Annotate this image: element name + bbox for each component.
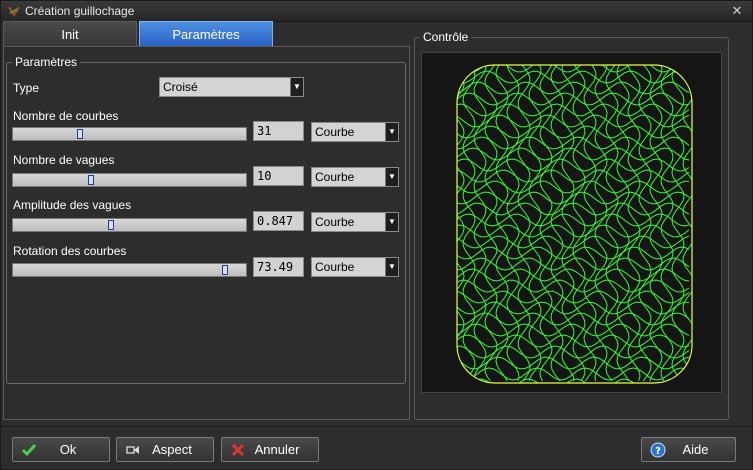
chevron-down-icon[interactable]: ▼ [385, 213, 398, 231]
curve-rotation-mode-value: Courbe [315, 260, 355, 274]
guilloche-vertical-curve [694, 65, 706, 381]
wave-amplitude-slider[interactable] [12, 218, 247, 232]
title-bar[interactable]: Création guillochage ✕ [1, 1, 752, 22]
waves-count-slider-thumb[interactable] [88, 175, 94, 185]
parameters-group-label: Paramètres [12, 55, 81, 69]
guilloche-horizontal-curve [457, 53, 689, 61]
waves-count-mode-value: Courbe [315, 170, 355, 184]
chevron-down-icon[interactable]: ▼ [385, 258, 398, 276]
guilloche-vertical-curve [605, 65, 619, 382]
curve-rotation-slider-thumb[interactable] [222, 265, 228, 275]
guilloche-horizontal-curve [457, 65, 690, 73]
waves-count-field[interactable]: 10 [253, 166, 304, 186]
type-select-value: Croisé [163, 80, 198, 94]
guilloche-preview-canvas [441, 53, 706, 384]
curve-rotation-field[interactable]: 73.49 [253, 257, 304, 277]
guilloche-vertical-curve [572, 65, 586, 382]
help-button[interactable]: ? Aide [641, 437, 736, 462]
curves-count-mode-select[interactable]: Courbe ▼ [311, 122, 399, 142]
guilloche-vertical-curve [671, 65, 685, 382]
wave-amplitude-field[interactable]: 0.847 [253, 211, 304, 231]
ok-button-label: Ok [59, 442, 77, 457]
type-select[interactable]: Croisé ▼ [159, 77, 304, 97]
chevron-down-icon[interactable]: ▼ [290, 78, 303, 96]
wave-amplitude-mode-value: Courbe [315, 215, 355, 229]
curve-rotation-slider[interactable] [12, 263, 247, 277]
control-panel-label: Contrôle [420, 30, 472, 44]
curve-rotation-label: Rotation des courbes [13, 244, 127, 258]
guilloche-horizontal-curve [457, 213, 690, 227]
guilloche-horizontal-curve [457, 70, 690, 84]
tab-parametres[interactable]: Paramètres [139, 21, 273, 46]
help-button-label: Aide [682, 442, 709, 457]
cancel-button-label: Annuler [254, 442, 300, 457]
guilloche-horizontal-curve [457, 367, 690, 381]
guilloche-horizontal-curve [457, 257, 690, 271]
waves-count-slider[interactable] [12, 173, 247, 187]
guilloche-app-icon [8, 6, 20, 17]
guilloche-vertical-curve [462, 65, 476, 382]
wave-amplitude-slider-thumb[interactable] [108, 220, 114, 230]
guilloche-horizontal-curve [457, 279, 690, 293]
guilloche-vertical-curve [528, 65, 542, 382]
guilloche-horizontal-curve [457, 356, 690, 370]
aspect-button-label: Aspect [152, 442, 192, 457]
guilloche-horizontal-curve [457, 378, 690, 383]
curves-count-mode-value: Courbe [315, 125, 355, 139]
waves-count-mode-select[interactable]: Courbe ▼ [311, 167, 399, 187]
ok-button[interactable]: Ok [12, 437, 110, 462]
guilloche-vertical-curve [441, 65, 453, 381]
guilloche-vertical-curve [457, 65, 465, 382]
curves-count-slider[interactable] [12, 127, 247, 141]
guilloche-vertical-curve [550, 65, 564, 382]
guilloche-vertical-curve [506, 65, 520, 382]
curves-count-slider-thumb[interactable] [77, 129, 83, 139]
type-label: Type [13, 81, 40, 95]
curves-count-label: Nombre de courbes [13, 109, 119, 123]
guilloche-horizontal-curve [457, 312, 690, 326]
close-button[interactable]: ✕ [728, 3, 746, 18]
guilloche-curves [441, 53, 706, 383]
chevron-down-icon[interactable]: ▼ [385, 168, 398, 186]
guilloche-preview [421, 52, 722, 393]
guilloche-horizontal-curve [457, 235, 690, 249]
wave-amplitude-mode-select[interactable]: Courbe ▼ [311, 212, 399, 232]
window-title: Création guillochage [25, 4, 135, 18]
cancel-button[interactable]: Annuler [221, 437, 319, 462]
aspect-button[interactable]: Aspect [116, 437, 214, 462]
wave-amplitude-label: Amplitude des vagues [13, 198, 132, 212]
tab-init[interactable]: Init [3, 21, 137, 46]
waves-count-label: Nombre de vagues [13, 153, 115, 167]
guilloche-vertical-curve [484, 65, 498, 382]
curves-count-field[interactable]: 31 [253, 121, 304, 141]
guilloche-vertical-curve [495, 65, 509, 382]
chevron-down-icon[interactable]: ▼ [385, 123, 398, 141]
curve-rotation-mode-select[interactable]: Courbe ▼ [311, 257, 399, 277]
footer-separator [0, 426, 751, 427]
